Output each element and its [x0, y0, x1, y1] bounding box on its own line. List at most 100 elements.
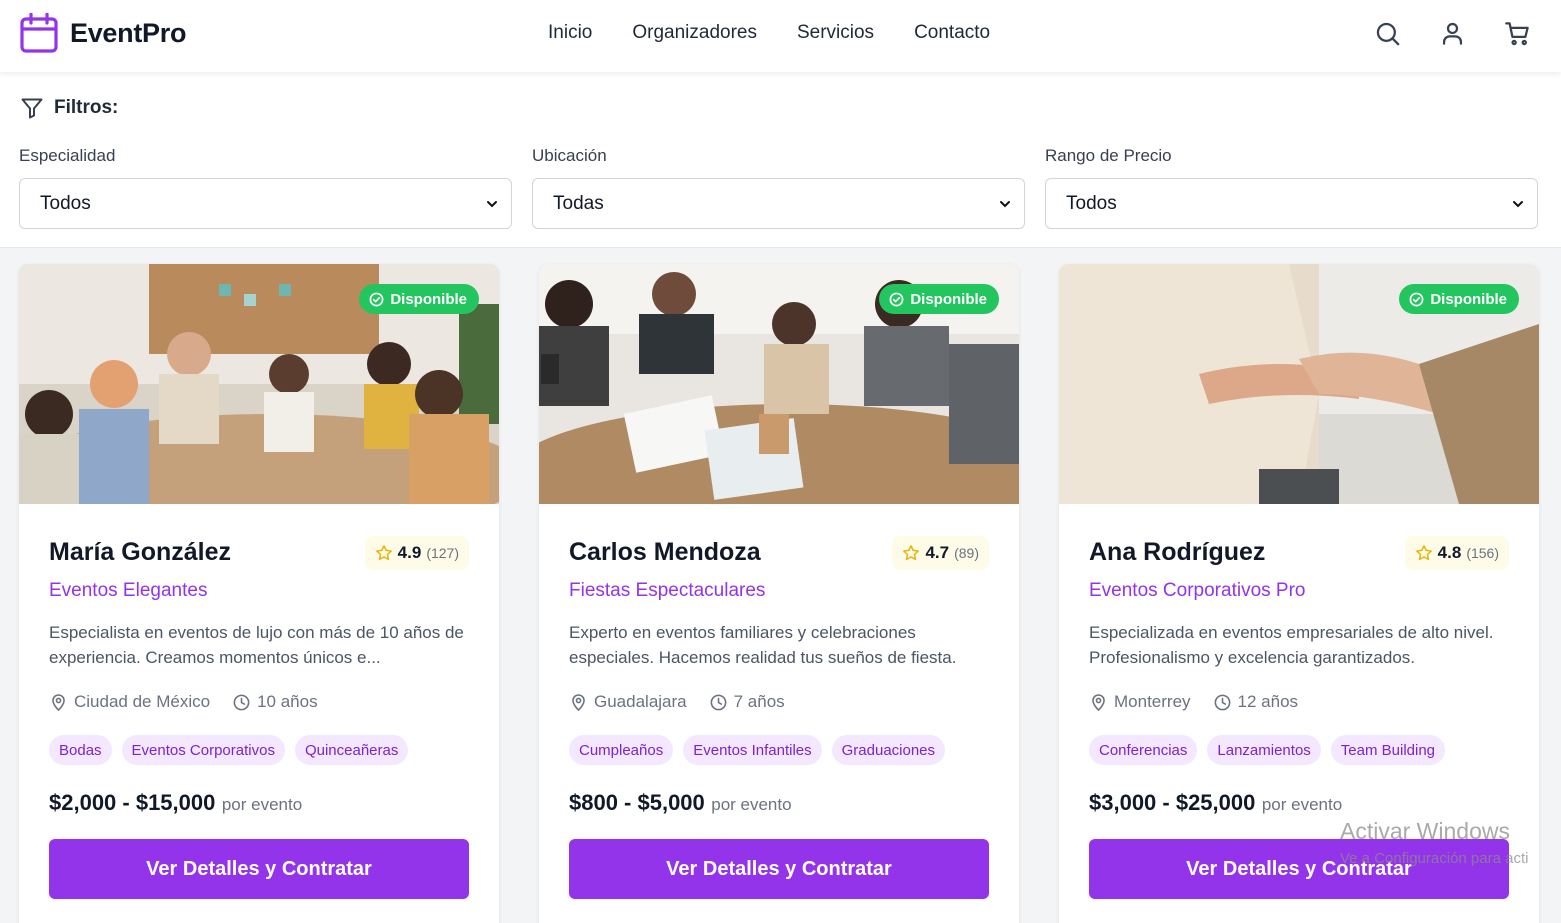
star-icon — [1415, 545, 1432, 561]
calendar-icon — [20, 13, 58, 53]
review-count: (89) — [954, 545, 979, 561]
precio-select[interactable]: Todos — [1045, 178, 1538, 229]
review-count: (127) — [426, 545, 459, 561]
specialty-tag: Lanzamientos — [1207, 735, 1321, 765]
experience-info: 12 años — [1213, 692, 1299, 712]
filter-precio: Rango de Precio Todos — [1045, 146, 1538, 229]
location-text: Monterrey — [1114, 692, 1191, 711]
rating-value: 4.7 — [925, 543, 950, 562]
specialty-tag: Eventos Corporativos — [121, 735, 285, 765]
check-circle-icon — [1409, 292, 1424, 306]
rating-value: 4.9 — [397, 543, 422, 562]
organizer-photo: Disponible — [19, 264, 499, 504]
filter-label-ubicacion: Ubicación — [532, 146, 607, 165]
chevron-down-icon — [1000, 200, 1010, 207]
location-info: Monterrey — [1089, 692, 1191, 712]
price-unit: por evento — [1261, 795, 1343, 814]
organizer-name[interactable]: María González — [49, 538, 231, 567]
price-info: $2,000 - $15,000 por evento — [49, 790, 302, 816]
company-name: Fiestas Espectaculares — [569, 580, 766, 601]
nav-link-contacto[interactable]: Contacto — [914, 22, 990, 44]
filter-label-precio: Rango de Precio — [1045, 146, 1172, 165]
header-actions — [1374, 20, 1531, 47]
clock-icon — [710, 694, 727, 710]
price-info: $3,000 - $25,000 por evento — [1089, 790, 1342, 816]
organizer-photo: Disponible — [539, 264, 1019, 504]
clock-icon — [1214, 694, 1230, 710]
search-icon[interactable] — [1374, 20, 1401, 47]
organizer-card: Disponible Ana Rodríguez 4.8 (156) Event… — [1059, 264, 1539, 923]
rating-badge: 4.9 (127) — [364, 536, 469, 570]
price-info: $800 - $5,000 por evento — [569, 790, 792, 816]
experience-info: 7 años — [709, 692, 785, 712]
especialidad-select-value: Todos — [40, 192, 91, 214]
specialty-tag: Eventos Infantiles — [683, 735, 822, 765]
company-name: Eventos Elegantes — [49, 580, 208, 601]
organizer-meta: Ciudad de México 10 años — [49, 692, 318, 712]
map-pin-icon — [572, 693, 585, 711]
nav-link-inicio[interactable]: Inicio — [548, 22, 592, 44]
specialty-tags: Bodas Eventos Corporativos Quinceañeras — [49, 735, 409, 765]
price-range: $2,000 - $15,000 — [49, 790, 216, 815]
star-icon — [375, 545, 392, 561]
organizer-meta: Guadalajara 7 años — [569, 692, 785, 712]
organizer-description: Especialista en eventos de lujo con más … — [49, 623, 464, 667]
cart-icon[interactable] — [1504, 20, 1531, 47]
specialty-tag: Cumpleaños — [569, 735, 674, 765]
filters-title-text: Filtros: — [54, 97, 119, 118]
chevron-down-icon — [1513, 200, 1523, 207]
precio-select-value: Todos — [1066, 192, 1117, 214]
company-name: Eventos Corporativos Pro — [1089, 580, 1306, 601]
nav-link-organizadores[interactable]: Organizadores — [632, 22, 757, 44]
location-text: Guadalajara — [594, 692, 687, 711]
specialty-tag: Team Building — [1330, 735, 1446, 765]
rating-badge: 4.7 (89) — [892, 536, 989, 570]
availability-badge: Disponible — [1399, 284, 1519, 314]
availability-badge-text: Disponible — [1430, 290, 1507, 308]
check-circle-icon — [889, 292, 904, 306]
especialidad-select[interactable]: Todos — [19, 178, 512, 229]
organizer-name[interactable]: Ana Rodríguez — [1089, 538, 1265, 567]
nav-link-servicios[interactable]: Servicios — [797, 22, 874, 44]
specialty-tag: Bodas — [49, 735, 112, 765]
filter-especialidad: Especialidad Todos — [19, 146, 512, 229]
main-nav: Inicio Organizadores Servicios Contacto — [548, 22, 990, 44]
price-unit: por evento — [221, 795, 303, 814]
price-range: $800 - $5,000 — [569, 790, 705, 815]
specialty-tags: Conferencias Lanzamientos Team Building — [1089, 735, 1446, 765]
organizer-description: Especializada en eventos empresariales d… — [1089, 623, 1494, 667]
filter-label-especialidad: Especialidad — [19, 146, 116, 165]
filter-icon — [21, 98, 43, 119]
availability-badge: Disponible — [359, 284, 479, 314]
location-info: Ciudad de México — [49, 692, 210, 712]
price-unit: por evento — [711, 795, 792, 814]
organizer-card: Disponible Carlos Mendoza 4.7 (89) Fiest… — [539, 264, 1019, 923]
ubicacion-select-value: Todas — [553, 192, 604, 214]
organizer-description: Experto en eventos familiares y celebrac… — [569, 623, 957, 667]
organizer-name[interactable]: Carlos Mendoza — [569, 538, 761, 567]
organizer-card: Disponible María González 4.9 (127) Even… — [19, 264, 499, 923]
view-details-button[interactable]: Ver Detalles y Contratar — [1089, 839, 1509, 899]
view-details-button[interactable]: Ver Detalles y Contratar — [49, 839, 469, 899]
user-icon[interactable] — [1439, 20, 1466, 47]
organizer-photo: Disponible — [1059, 264, 1539, 504]
map-pin-icon — [52, 693, 65, 711]
experience-text: 12 años — [1237, 692, 1299, 711]
organizer-meta: Monterrey 12 años — [1089, 692, 1298, 712]
availability-badge: Disponible — [879, 284, 999, 314]
experience-text: 7 años — [733, 692, 785, 711]
filters-panel: Filtros: Especialidad Todos Ubicación To… — [0, 72, 1561, 248]
brand-name: EventPro — [70, 17, 187, 48]
specialty-tag: Graduaciones — [831, 735, 946, 765]
view-details-button[interactable]: Ver Detalles y Contratar — [569, 839, 989, 899]
location-text: Ciudad de México — [74, 692, 211, 711]
rating-value: 4.8 — [1437, 543, 1462, 562]
experience-text: 10 años — [257, 692, 318, 711]
map-pin-icon — [1092, 693, 1105, 711]
ubicacion-select[interactable]: Todas — [532, 178, 1025, 229]
check-circle-icon — [369, 292, 384, 306]
location-info: Guadalajara — [569, 692, 687, 712]
specialty-tag: Quinceañeras — [294, 735, 409, 765]
brand-logo[interactable]: EventPro — [20, 13, 186, 53]
specialty-tag: Conferencias — [1089, 735, 1198, 765]
